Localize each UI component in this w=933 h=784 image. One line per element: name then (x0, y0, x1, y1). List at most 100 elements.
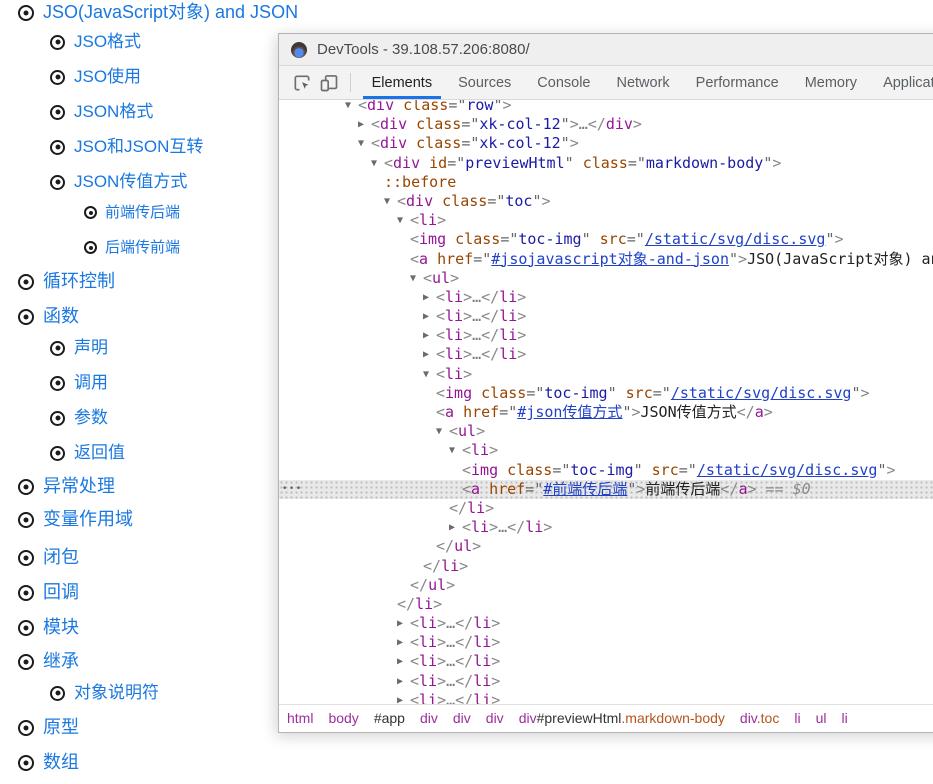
dom-tree-row[interactable]: ▶<li>…</li> (279, 288, 933, 307)
tab-elements[interactable]: Elements (359, 66, 445, 99)
collapse-arrow-icon[interactable]: ▼ (436, 422, 449, 441)
toc-item[interactable]: 变量作用域 (18, 507, 133, 532)
dom-tree-row[interactable]: ▶<li>…</li> (279, 691, 933, 704)
toc-link[interactable]: 模块 (43, 615, 79, 640)
expand-arrow-icon[interactable]: ▶ (397, 672, 410, 691)
dom-tree-row[interactable]: </ul> (279, 576, 933, 595)
toc-link[interactable]: 参数 (74, 406, 108, 430)
tab-sources[interactable]: Sources (445, 66, 524, 99)
toc-link[interactable]: 闭包 (43, 545, 79, 570)
collapse-arrow-icon[interactable]: ▼ (410, 269, 423, 288)
dom-tree-row[interactable]: ▶<li>…</li> (279, 307, 933, 326)
collapse-arrow-icon[interactable]: ▼ (384, 192, 397, 211)
toc-item[interactable]: JSON格式 (50, 100, 153, 124)
tab-console[interactable]: Console (524, 66, 603, 99)
toc-link[interactable]: 回调 (43, 580, 79, 605)
toc-item[interactable]: JSON传值方式 (50, 170, 187, 194)
dom-tree-row[interactable]: ▼<li> (279, 441, 933, 460)
toc-link[interactable]: 数组 (43, 750, 79, 775)
toc-link[interactable]: 继承 (43, 649, 79, 674)
dom-tree-row[interactable]: </li> (279, 595, 933, 614)
toc-link[interactable]: 原型 (43, 715, 79, 740)
toc-item[interactable]: 返回值 (50, 441, 125, 465)
toc-item[interactable]: 循环控制 (18, 269, 115, 294)
dom-tree-row[interactable]: </li> (279, 499, 933, 518)
toggle-device-toolbar-button[interactable] (315, 66, 341, 99)
dom-tree-row[interactable]: </ul> (279, 537, 933, 556)
breadcrumb-item[interactable]: #app (374, 710, 405, 726)
breadcrumb-item[interactable]: div#previewHtml.markdown-body (519, 710, 725, 726)
toc-link[interactable]: JSO使用 (74, 65, 141, 89)
toc-item[interactable]: 闭包 (18, 545, 79, 570)
toc-link[interactable]: JSO和JSON互转 (74, 135, 203, 159)
toc-link[interactable]: JSO格式 (74, 30, 141, 54)
collapse-arrow-icon[interactable]: ▼ (345, 100, 358, 115)
dom-tree-row[interactable]: ▼<div class="xk-col-12"> (279, 134, 933, 153)
toc-link[interactable]: JSON传值方式 (74, 170, 187, 194)
toc-link[interactable]: 后端传前端 (105, 237, 180, 258)
more-actions-icon[interactable]: ••• (282, 480, 303, 499)
tab-network[interactable]: Network (603, 66, 682, 99)
toc-item[interactable]: 参数 (50, 406, 108, 430)
expand-arrow-icon[interactable]: ▶ (423, 326, 436, 345)
tab-application[interactable]: Application (870, 66, 933, 99)
breadcrumb-item[interactable]: div.toc (740, 710, 779, 726)
dom-tree-row[interactable]: ▶<li>…</li> (279, 652, 933, 671)
breadcrumb-item[interactable]: ul (816, 710, 827, 726)
breadcrumb-item[interactable]: body (328, 710, 358, 726)
dom-tree-row[interactable]: ▶<li>…</li> (279, 614, 933, 633)
toc-item[interactable]: 数组 (18, 750, 79, 775)
dom-tree-row[interactable]: <img class="toc-img" src="/static/svg/di… (279, 230, 933, 249)
toc-link[interactable]: 函数 (43, 304, 79, 329)
toc-item[interactable]: 回调 (18, 580, 79, 605)
toc-item[interactable]: JSO和JSON互转 (50, 135, 203, 159)
toc-link[interactable]: JSO(JavaScript对象) and JSON (43, 0, 298, 25)
toc-link[interactable]: 返回值 (74, 441, 125, 465)
toc-link[interactable]: 声明 (74, 336, 108, 360)
dom-tree-row[interactable]: <a href="#jsojavascript对象-and-json">JSO(… (279, 250, 933, 269)
dom-tree-row[interactable]: ▶<li>…</li> (279, 672, 933, 691)
tab-performance[interactable]: Performance (683, 66, 792, 99)
toc-item[interactable]: 继承 (18, 649, 79, 674)
expand-arrow-icon[interactable]: ▶ (423, 345, 436, 364)
toc-item[interactable]: 后端传前端 (84, 237, 180, 258)
breadcrumb-item[interactable]: div (420, 710, 438, 726)
expand-arrow-icon[interactable]: ▶ (358, 115, 371, 134)
collapse-arrow-icon[interactable]: ▼ (397, 211, 410, 230)
toc-item[interactable]: JSO(JavaScript对象) and JSON (18, 0, 298, 25)
collapse-arrow-icon[interactable]: ▼ (423, 365, 436, 384)
dom-tree-row[interactable]: ::before (279, 173, 933, 192)
breadcrumb-item[interactable]: div (486, 710, 504, 726)
dom-tree-row[interactable]: ▼<div class="row"> (279, 100, 933, 115)
toc-item[interactable]: 声明 (50, 336, 108, 360)
dom-tree-row[interactable]: ▶<li>…</li> (279, 345, 933, 364)
breadcrumb-item[interactable]: li (794, 710, 800, 726)
dom-tree-row[interactable]: ▶<li>…</li> (279, 326, 933, 345)
toc-link[interactable]: JSON格式 (74, 100, 153, 124)
dom-tree-row[interactable]: <img class="toc-img" src="/static/svg/di… (279, 384, 933, 403)
toc-item[interactable]: 对象说明符 (50, 681, 159, 705)
expand-arrow-icon[interactable]: ▶ (397, 614, 410, 633)
devtools-titlebar[interactable]: DevTools - 39.108.57.206:8080/ (279, 34, 933, 66)
expand-arrow-icon[interactable]: ▶ (397, 691, 410, 704)
toc-link[interactable]: 前端传后端 (105, 202, 180, 223)
collapse-arrow-icon[interactable]: ▼ (358, 134, 371, 153)
toc-item[interactable]: 调用 (50, 371, 108, 395)
dom-tree-row-selected[interactable]: •••<a href="#前端传后端">前端传后端</a> == $0 (279, 480, 933, 499)
collapse-arrow-icon[interactable]: ▼ (449, 441, 462, 460)
dom-tree-row[interactable]: ▶<li>…</li> (279, 633, 933, 652)
inspect-element-button[interactable] (289, 66, 315, 99)
dom-tree-row[interactable]: ▼<ul> (279, 269, 933, 288)
expand-arrow-icon[interactable]: ▶ (397, 633, 410, 652)
breadcrumb-item[interactable]: li (841, 710, 847, 726)
toc-item[interactable]: JSO格式 (50, 30, 141, 54)
toc-link[interactable]: 对象说明符 (74, 681, 159, 705)
expand-arrow-icon[interactable]: ▶ (423, 307, 436, 326)
dom-tree-row[interactable]: ▼<ul> (279, 422, 933, 441)
breadcrumb-item[interactable]: html (287, 710, 313, 726)
dom-tree-row[interactable]: ▼<div id="previewHtml" class="markdown-b… (279, 154, 933, 173)
toc-link[interactable]: 循环控制 (43, 269, 115, 294)
dom-tree-row[interactable]: ▶<div class="xk-col-12">…</div> (279, 115, 933, 134)
dom-tree-row[interactable]: ▼<li> (279, 211, 933, 230)
toc-item[interactable]: 异常处理 (18, 474, 115, 499)
